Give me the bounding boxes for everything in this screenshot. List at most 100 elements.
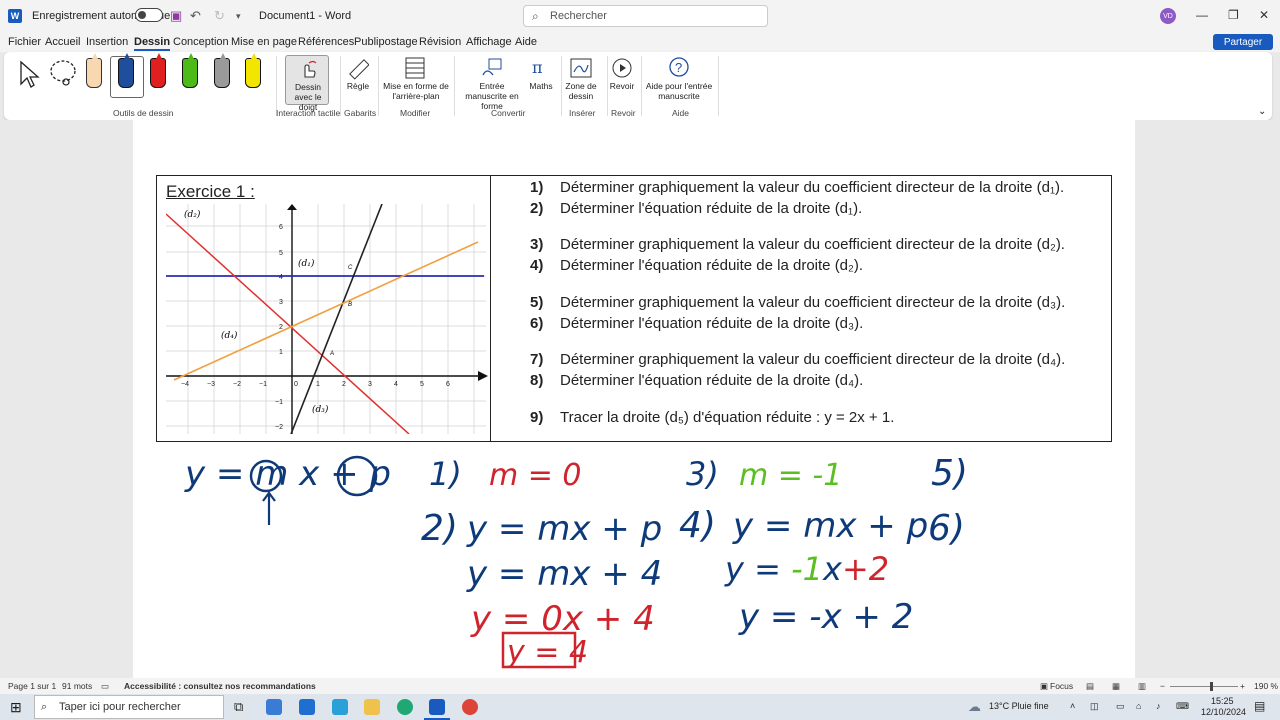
tab-references[interactable]: Références: [298, 36, 354, 48]
ink-to-shape-icon[interactable]: [481, 57, 505, 79]
replay-icon[interactable]: [611, 57, 633, 79]
web-layout-icon[interactable]: ▥: [1138, 681, 1146, 692]
minimize-icon[interactable]: —: [1196, 8, 1208, 22]
maths-label[interactable]: Maths: [526, 81, 556, 91]
y-tick: 1: [279, 349, 283, 356]
tab-fichier[interactable]: Fichier: [8, 36, 41, 48]
grey-pen-icon[interactable]: [214, 58, 230, 88]
tab-revision[interactable]: Révision: [419, 36, 461, 48]
weather-text[interactable]: 13°C Pluie fine: [989, 701, 1049, 711]
accessibility-status[interactable]: Accessibilité : consultez nos recommanda…: [124, 681, 316, 691]
blue-pen-icon[interactable]: [118, 58, 134, 88]
page[interactable]: Exercice 1 : (d₂) (d₁) (d₄) (d₃) C B A −…: [133, 120, 1135, 678]
red-pen-icon[interactable]: [150, 58, 166, 88]
highlighter-icon[interactable]: [245, 58, 261, 88]
search-placeholder: Rechercher: [550, 10, 607, 22]
x-tick: 4: [394, 381, 398, 388]
store-icon[interactable]: [266, 699, 282, 715]
print-layout-icon[interactable]: ▦: [1112, 681, 1120, 692]
tab-dessin[interactable]: Dessin: [134, 36, 171, 51]
tab-mise-en-page[interactable]: Mise en page: [231, 36, 297, 48]
ink-answer-5-num: 5): [931, 453, 968, 494]
label-point-c: C: [348, 265, 353, 271]
close-icon[interactable]: ✕: [1259, 8, 1269, 22]
tab-accueil[interactable]: Accueil: [45, 36, 80, 48]
question-8: 8) Déterminer l'équation réduite de la dr…: [530, 372, 864, 389]
app-icon[interactable]: [332, 699, 348, 715]
background-format-icon[interactable]: [405, 57, 425, 79]
edge-icon[interactable]: [397, 699, 413, 715]
green-pen-icon[interactable]: [182, 58, 198, 88]
word-taskbar-icon[interactable]: [429, 699, 445, 715]
task-view-icon[interactable]: ⧉: [234, 699, 243, 715]
lasso-select-icon[interactable]: [48, 58, 78, 88]
pencil-icon[interactable]: [86, 58, 102, 88]
search-icon: ⌕: [532, 9, 539, 23]
y-tick: 6: [279, 224, 283, 231]
taskbar-search-input[interactable]: ⌕ Taper ici pour rechercher: [34, 695, 224, 719]
chrome-icon[interactable]: [462, 699, 478, 715]
mise-en-forme-label[interactable]: Mise en forme de l'arrière-plan: [382, 81, 450, 101]
y-tick-labels: 6 5 4 3 2 1 −1 −2: [275, 224, 283, 431]
proofing-icon[interactable]: ▭: [101, 681, 109, 692]
page-count[interactable]: Page 1 sur 1: [8, 681, 56, 691]
tray-app-icon[interactable]: ▭: [1116, 701, 1125, 712]
y-tick: 5: [279, 250, 283, 257]
ink-to-math-icon[interactable]: π: [530, 57, 552, 79]
tab-insertion[interactable]: Insertion: [86, 36, 128, 48]
y-tick: 2: [279, 324, 283, 331]
revoir-button-label[interactable]: Revoir: [607, 81, 637, 91]
ink-answer-2-line4: y = 4: [506, 635, 588, 670]
word-count[interactable]: 91 mots: [62, 681, 92, 691]
focus-mode[interactable]: Focus: [1050, 681, 1073, 691]
tray-chevron-icon[interactable]: ˄: [1070, 701, 1075, 711]
tab-publipostage[interactable]: Publipostage: [354, 36, 418, 48]
network-icon[interactable]: ⌂: [1136, 701, 1141, 711]
tab-conception[interactable]: Conception: [173, 36, 229, 48]
maximize-icon[interactable]: ❐: [1228, 8, 1239, 22]
windows-start-icon[interactable]: ⊞: [10, 699, 22, 716]
select-arrow-icon[interactable]: [18, 60, 40, 88]
clock-date[interactable]: 12/10/2024: [1201, 707, 1246, 717]
grid: [166, 204, 486, 434]
zoom-slider-thumb[interactable]: [1210, 682, 1213, 691]
language-icon[interactable]: ⌨: [1176, 701, 1189, 712]
save-icon[interactable]: ▣: [170, 8, 182, 24]
notifications-icon[interactable]: ▤: [1254, 699, 1265, 713]
collapse-ribbon-icon[interactable]: ⌄: [1258, 106, 1266, 117]
regle-label[interactable]: Règle: [342, 81, 374, 91]
avatar[interactable]: VD: [1160, 8, 1176, 24]
share-button[interactable]: Partager: [1213, 34, 1273, 50]
ribbon-tabs: Fichier Accueil Insertion Dessin Concept…: [0, 32, 1280, 52]
ruler-icon[interactable]: [347, 58, 369, 80]
weather-icon[interactable]: ☁: [968, 699, 981, 715]
zoom-slider[interactable]: [1170, 682, 1238, 691]
draw-with-touch-button[interactable]: Dessin avec le doigt: [285, 55, 329, 112]
autosave-toggle[interactable]: [135, 8, 163, 22]
aide-entree-label[interactable]: Aide pour l'entrée manuscrite: [644, 81, 714, 101]
label-d2: (d₂): [184, 209, 201, 220]
ink-answer-3: m = -1: [739, 458, 842, 493]
file-explorer-icon[interactable]: [364, 699, 380, 715]
ink-answer-1-num: 1): [429, 455, 462, 493]
zoom-out-icon[interactable]: −: [1160, 681, 1165, 691]
undo-icon[interactable]: ↶: [190, 8, 201, 24]
focus-icon[interactable]: ▣: [1040, 681, 1048, 692]
help-icon[interactable]: ?: [668, 56, 690, 78]
zoom-in-icon[interactable]: +: [1240, 681, 1245, 691]
drawing-canvas-icon[interactable]: [570, 57, 592, 79]
search-input[interactable]: ⌕ Rechercher: [523, 5, 768, 27]
entree-manuscrite-label[interactable]: Entrée manuscrite en forme: [458, 81, 526, 111]
customize-toolbar-icon[interactable]: ▾: [236, 11, 241, 22]
group-gabarits: Gabarits: [344, 108, 377, 118]
read-mode-icon[interactable]: ▤: [1086, 681, 1094, 692]
clock-time[interactable]: 15:25: [1211, 696, 1234, 706]
mail-icon[interactable]: [299, 699, 315, 715]
zone-de-dessin-label[interactable]: Zone de dessin: [563, 81, 599, 101]
redo-icon[interactable]: ↻: [214, 8, 225, 24]
tab-affichage[interactable]: Affichage: [466, 36, 512, 48]
tab-aide[interactable]: Aide: [515, 36, 537, 48]
volume-icon[interactable]: ♪: [1156, 701, 1161, 711]
zoom-level[interactable]: 190 %: [1254, 681, 1278, 691]
app-tray-icon[interactable]: ◫: [1090, 701, 1099, 712]
